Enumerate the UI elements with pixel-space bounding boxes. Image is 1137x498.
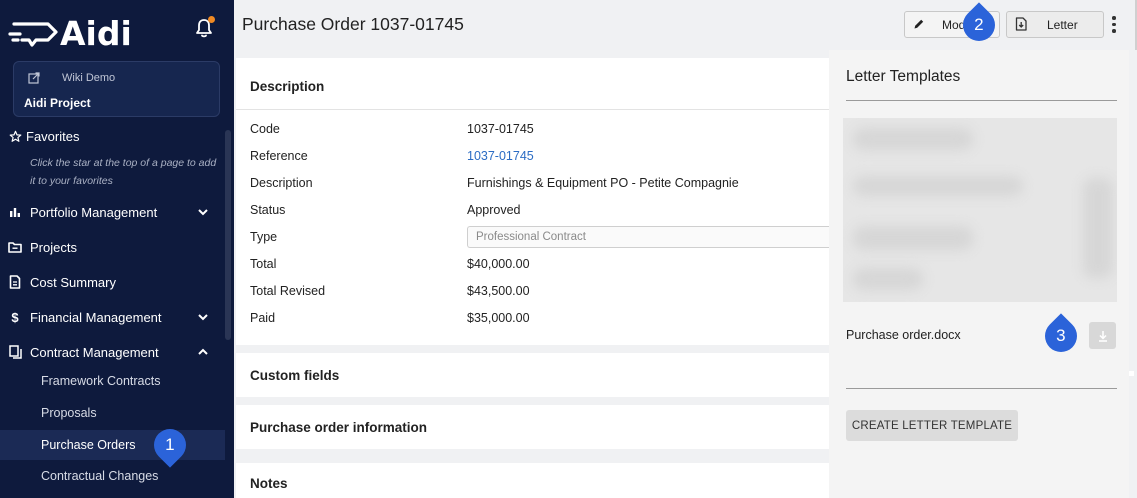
pencil-icon (914, 19, 924, 29)
step-number: 3 (1056, 326, 1066, 345)
create-letter-template-button[interactable]: CREATE LETTER TEMPLATE (846, 410, 1018, 441)
po-information-title: Purchase order information (250, 420, 428, 435)
sidebar-item-favorites[interactable]: Favorites (0, 122, 225, 150)
logo[interactable]: Aidi (8, 14, 132, 54)
chevron-up-icon (198, 348, 208, 355)
star-icon (8, 129, 22, 143)
sidebar-item-label: Projects (30, 239, 77, 255)
letter-button[interactable]: Letter (1006, 11, 1104, 38)
field-value-status: Approved (467, 203, 521, 217)
description-card: Description Code 1037-01745 Reference 10… (236, 58, 829, 345)
logo-text: Aidi (60, 14, 132, 53)
sidebar-item-label: Favorites (26, 128, 80, 144)
dollar-icon: $ (11, 309, 19, 325)
favorites-hint: Click the star at the top of a page to a… (30, 157, 217, 187)
divider (846, 100, 1117, 101)
field-label-type: Type (250, 230, 278, 244)
field-value-paid: $35,000.00 (467, 311, 530, 325)
field-value-description: Furnishings & Equipment PO - Petite Comp… (467, 176, 739, 190)
sidebar-subitem-proposals[interactable]: Proposals (0, 398, 225, 428)
sidebar-subitem-label: Framework Contracts (41, 374, 161, 388)
sidebar-item-cost-summary[interactable]: Cost Summary (0, 268, 225, 296)
chevron-down-icon (198, 314, 208, 321)
letter-templates-panel: Letter Templates Purchase order.docx CRE… (829, 50, 1134, 498)
page-title: Purchase Order 1037-01745 (242, 14, 464, 34)
notifications-button[interactable] (192, 16, 216, 40)
custom-fields-title: Custom fields (250, 368, 340, 383)
field-value-total: $40,000.00 (467, 257, 530, 271)
custom-fields-section[interactable]: Custom fields (236, 353, 829, 397)
folder-icon (8, 240, 22, 254)
main-content: Description Code 1037-01745 Reference 10… (234, 50, 829, 498)
copy-icon (8, 345, 22, 359)
sidebar-subitem-contractual-changes[interactable]: Contractual Changes (0, 461, 225, 491)
field-label-paid: Paid (250, 311, 276, 325)
sidebar-subitem-label: Purchase Orders (41, 438, 136, 452)
reference-link[interactable]: 1037-01745 (467, 149, 534, 163)
sidebar-item-contract-management[interactable]: Contract Management (0, 338, 225, 366)
sidebar-item-financial-management[interactable]: $ Financial Management (0, 303, 225, 331)
step-number: 1 (165, 435, 175, 454)
download-icon (1098, 330, 1107, 342)
sidebar-subitem-framework-contracts[interactable]: Framework Contracts (0, 366, 225, 396)
sidebar-item-portfolio-management[interactable]: Portfolio Management (0, 198, 225, 226)
field-label-total-revised: Total Revised (250, 284, 326, 298)
letter-button-label: Letter (1047, 18, 1078, 32)
divider (236, 109, 829, 110)
template-name: Purchase order.docx (846, 328, 961, 342)
notes-section[interactable]: Notes (236, 463, 829, 498)
field-label-reference: Reference (250, 149, 308, 163)
description-title: Description (250, 79, 325, 94)
download-template-button[interactable] (1089, 322, 1116, 349)
field-value-total-revised: $43,500.00 (467, 284, 530, 298)
panel-edge-marker (1129, 371, 1134, 376)
field-label-total: Total (250, 257, 277, 271)
document-icon (8, 275, 22, 289)
divider (846, 388, 1117, 389)
sidebar: Aidi Wiki Demo Aidi Project Favorites Cl… (0, 0, 234, 498)
sidebar-scrollbar[interactable] (225, 130, 231, 340)
sidebar-subitem-label: Proposals (41, 406, 97, 420)
project-switcher[interactable]: Wiki Demo Aidi Project (13, 61, 220, 117)
po-information-section[interactable]: Purchase order information (236, 405, 829, 449)
workspace-label: Wiki Demo (62, 72, 116, 84)
project-name: Aidi Project (24, 96, 91, 110)
panel-title: Letter Templates (846, 68, 961, 85)
bar-chart-icon (8, 205, 22, 219)
sidebar-item-label: Portfolio Management (30, 204, 158, 220)
more-options-icon[interactable] (1106, 11, 1122, 38)
document-download-icon (1015, 17, 1027, 31)
notes-title: Notes (250, 476, 288, 491)
field-label-description: Description (250, 176, 313, 190)
type-select[interactable]: Professional Contract (467, 226, 829, 248)
sidebar-item-projects[interactable]: Projects (0, 233, 225, 261)
sidebar-subitem-purchase-orders[interactable]: Purchase Orders (0, 430, 225, 460)
sidebar-subitem-label: Contractual Changes (41, 469, 159, 483)
template-preview[interactable] (843, 118, 1117, 302)
sidebar-item-label: Financial Management (30, 309, 162, 325)
field-value-code: 1037-01745 (467, 122, 534, 136)
aidi-logo-icon (8, 22, 58, 47)
sidebar-item-label: Cost Summary (30, 274, 116, 290)
chevron-down-icon (198, 209, 208, 216)
page-header: Purchase Order 1037-01745 Mod Letter (234, 0, 1137, 50)
field-label-code: Code (250, 122, 280, 136)
external-link-icon (28, 72, 40, 84)
sidebar-item-label: Contract Management (30, 344, 159, 360)
step-number: 2 (974, 14, 984, 34)
field-label-status: Status (250, 203, 286, 217)
notification-badge (208, 16, 215, 23)
